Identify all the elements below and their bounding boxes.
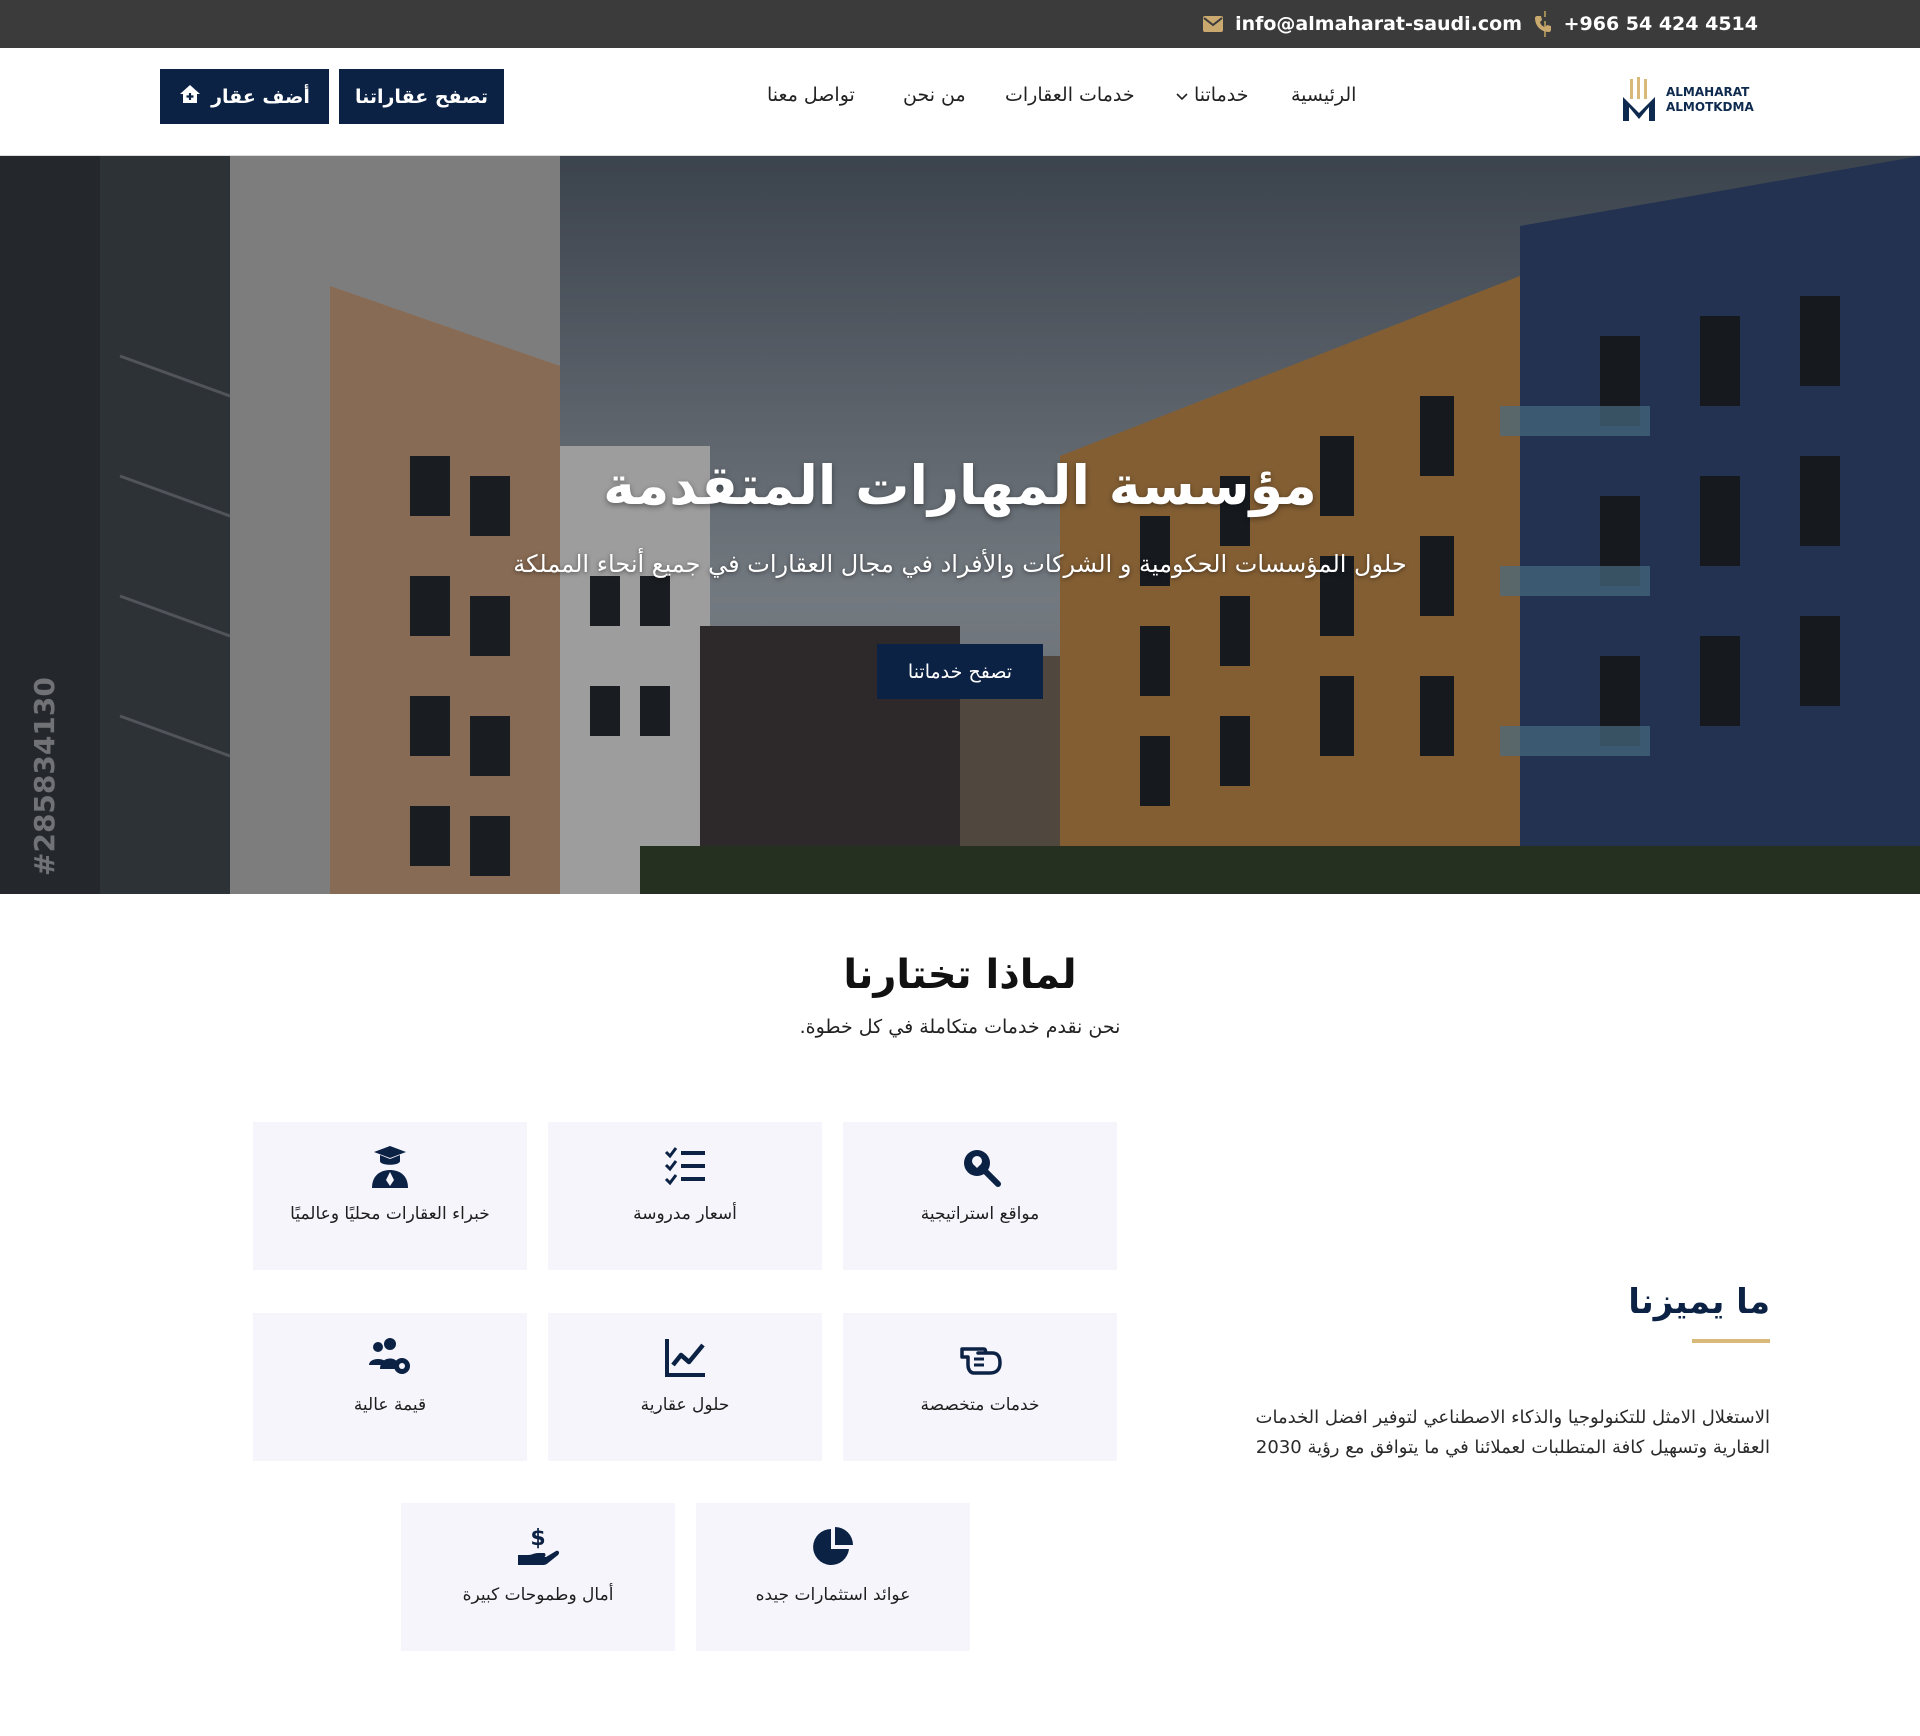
hero-title: مؤسسة المهارات المتقدمة [603,454,1317,517]
why-choose-us-subtitle: نحن نقدم خدمات متكاملة في كل خطوة. [799,1016,1121,1038]
site-header: ALMAHARAT ALMOTKDMA الرئيسية خدماتنا خدم… [0,48,1920,156]
hand-dollar-icon: $ [518,1526,560,1565]
phone-icon [1534,15,1552,33]
graduate-icon [372,1146,408,1188]
top-contact-bar: info@almaharat-saudi.com +966 54 424 451… [0,0,1920,48]
email-contact[interactable]: info@almaharat-saudi.com [1203,0,1522,48]
card-label: أسعار مدروسة [633,1204,737,1224]
logo-mark-icon [1623,77,1655,121]
card-label: قيمة عالية [353,1395,427,1415]
line-chart-icon [665,1339,705,1377]
nav-home[interactable]: الرئيسية [1291,84,1356,106]
card-label: أمال وطموحات كبيرة [462,1585,614,1605]
card-label: عوائد استثمارات جيده [755,1585,911,1605]
add-property-button[interactable]: أضف عقار [160,69,329,124]
feature-card: قيمة عالية [253,1313,527,1461]
feature-card: $ أمال وطموحات كبيرة [401,1503,675,1651]
nav-about[interactable]: من نحن [903,84,966,106]
feature-card: عوائد استثمارات جيده [696,1503,970,1651]
card-label: خبراء العقارات محليًا وعالميًا [290,1204,490,1224]
nav-services[interactable]: خدماتنا [1176,84,1249,106]
why-choose-us-title: لماذا تختارنا [843,952,1077,998]
hero-subtitle: حلول المؤسسات الحكومية و الشركات والأفرا… [513,550,1407,578]
logo-line-1: ALMAHARAT [1666,85,1750,99]
chevron-down-icon [1176,84,1188,106]
email-text[interactable]: info@almaharat-saudi.com [1235,13,1522,35]
features-title-underline [1692,1339,1770,1343]
hero-section: #285834130 مؤسسة المهارات المتقدمة حلول … [0,156,1920,894]
logo-line-2: ALMOTKDMA [1666,100,1754,114]
watermark-text: #285834130 [28,677,61,876]
nav-contact[interactable]: تواصل معنا [767,84,855,106]
phone-text[interactable]: +966 54 424 4514 [1564,13,1758,35]
users-gear-icon [369,1338,410,1374]
home-plus-icon [179,84,201,109]
browse-services-button[interactable]: تصفح خدماتنا [877,644,1043,699]
envelope-icon [1203,16,1224,32]
feature-card: أسعار مدروسة [548,1122,822,1270]
feature-card: خدمات متخصصة [843,1313,1117,1461]
phone-contact[interactable]: +966 54 424 4514 [1534,0,1758,48]
nav-services-label: خدماتنا [1194,84,1249,106]
logo-text: ALMAHARAT ALMOTKDMA [1666,85,1754,115]
browse-properties-button[interactable]: تصفح عقاراتنا [339,69,504,124]
card-label: حلول عقارية [640,1395,730,1415]
add-property-label: أضف عقار [211,85,310,108]
location-search-icon [964,1150,1001,1187]
features-title: ما يميزنا [1628,1282,1770,1322]
feature-card: خبراء العقارات محليًا وعالميًا [253,1122,527,1270]
features-text: الاستغلال الامثل للتكنولوجيا والذكاء الا… [1255,1407,1770,1458]
nav-real-estate-services[interactable]: خدمات العقارات [1005,84,1135,106]
hero-overlay [0,156,1920,894]
pie-chart-icon [813,1527,853,1565]
checklist-icon [664,1147,705,1186]
card-label: خدمات متخصصة [920,1395,1040,1415]
svg-text:$: $ [530,1526,545,1551]
feature-card: حلول عقارية [548,1313,822,1461]
logo[interactable]: ALMAHARAT ALMOTKDMA [1620,76,1754,124]
feature-card: مواقع استراتيجية [843,1122,1117,1270]
pointing-hand-icon [960,1347,1002,1375]
card-label: مواقع استراتيجية [920,1204,1040,1224]
watermark-label: #285834130 [28,677,61,876]
